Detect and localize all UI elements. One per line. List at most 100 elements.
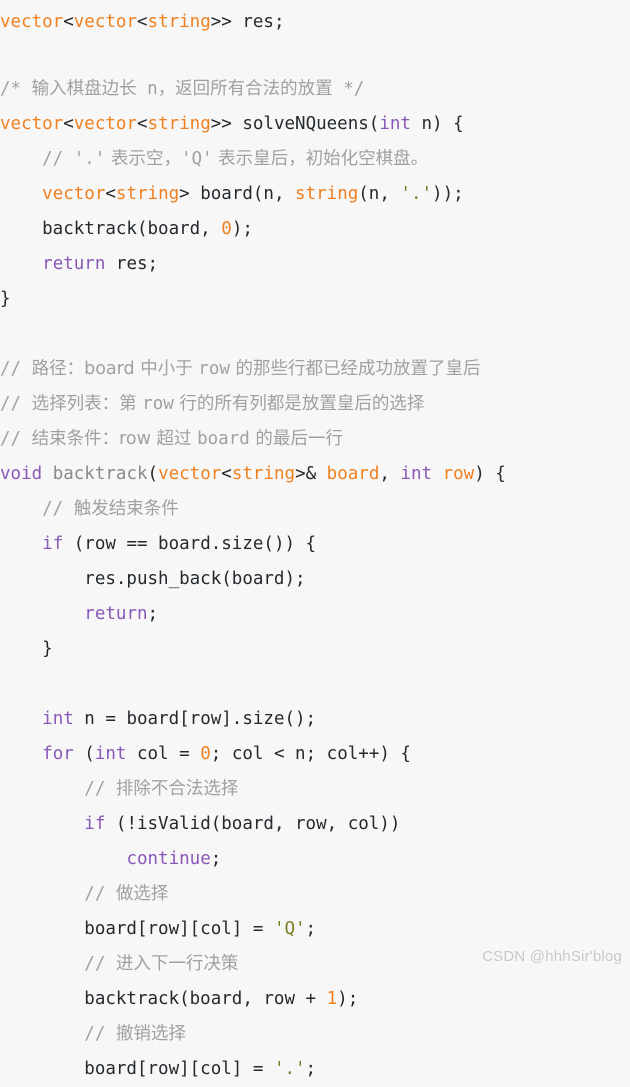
code-token-comment: // [0, 394, 32, 414]
code-token-comment: /* [0, 79, 32, 99]
code-token-plain: )); [432, 184, 464, 204]
code-token-punct: < [136, 114, 148, 134]
code-token-plain: , [379, 464, 401, 484]
code-token-punct: < [105, 184, 116, 204]
code-token-comment: '.' [73, 149, 106, 169]
code-token-comment: 进入下一行决策 [115, 954, 239, 974]
code-line: } [0, 282, 630, 317]
watermark: CSDN @hhhSir'blog [482, 948, 622, 965]
code-token-number: 0 [200, 744, 211, 764]
code-line: if (!isValid(board, row, col)) [0, 807, 630, 842]
code-line: // 路径：board 中小于 row 的那些行都已经成功放置了皇后 [0, 352, 630, 387]
code-token-type: string [147, 114, 211, 134]
code-token-number: 0 [221, 219, 232, 239]
code-token-type: vector [73, 114, 137, 134]
code-token-comment: 超过 [150, 429, 198, 449]
code-token-plain: } [0, 639, 53, 659]
code-token-comment: // [0, 149, 74, 169]
code-token-type: string [295, 184, 359, 204]
code-token-keyword: if [42, 534, 64, 554]
code-line: backtrack(board, row + 1); [0, 982, 630, 1017]
code-line: void backtrack(vector<string>& board, in… [0, 457, 630, 492]
code-line: // 排除不合法选择 [0, 772, 630, 807]
code-token-plain: (row == board.size()) { [63, 534, 317, 554]
code-token-punct: < [221, 464, 232, 484]
code-token-plain: res.push_back(board); [0, 569, 306, 589]
code-token-type: string [115, 184, 180, 204]
code-token-comment: 撤销选择 [115, 1024, 186, 1044]
code-token-plain: ); [231, 219, 253, 239]
code-token-plain: ) { [474, 464, 506, 484]
code-token-comment: 做选择 [115, 884, 169, 904]
code-token-comment: 行的所有列都是放置皇后的选择 [173, 394, 425, 414]
code-line: board[row][col] = 'Q'; [0, 912, 630, 947]
code-token-punct: >& [295, 464, 327, 484]
code-token-comment: 选择列表：第 [31, 394, 143, 414]
code-line: /* 输入棋盘边长 n，返回所有合法的放置 */ [0, 72, 630, 107]
code-token-plain: board[row][col] = [0, 919, 274, 939]
code-token-plain: ( [147, 464, 159, 484]
code-token-plain: board[row][col] = [0, 1059, 274, 1079]
code-token-type: vector [0, 12, 64, 32]
code-token-plain: > board(n, [179, 184, 296, 204]
code-token-comment: 的那些行都已经成功放置了皇后 [229, 359, 481, 379]
code-token-plain: (n, [358, 184, 401, 204]
code-token-type: row [442, 464, 475, 484]
code-token-plain: res; [105, 254, 159, 274]
code-token-punct: < [136, 12, 148, 32]
code-token-type: vector [158, 464, 222, 484]
code-token-type: vector [73, 12, 137, 32]
code-token-keyword: if [84, 814, 106, 834]
code-token-comment: // [0, 499, 74, 519]
code-token-type: string [147, 12, 211, 32]
code-token-plain: ; [210, 849, 222, 869]
code-token-comment: // [0, 429, 32, 449]
code-line: vector<vector<string>> res; [0, 0, 630, 37]
code-token-type: board [326, 464, 380, 484]
code-token-comment: ，返回所有合法的放置 [157, 79, 333, 99]
code-token-string: '.' [400, 184, 433, 204]
code-line: continue; [0, 842, 630, 877]
code-token-comment: // [0, 954, 116, 974]
code-token-comment: row [198, 359, 230, 379]
code-token-comment: 排除不合法选择 [115, 779, 239, 799]
code-token-comment: 表示空， [105, 149, 181, 169]
code-line: backtrack(board, 0); [0, 212, 630, 247]
code-token-keyword: int [400, 464, 433, 484]
code-token-function_dim: backtrack [52, 464, 148, 484]
code-line: res.push_back(board); [0, 562, 630, 597]
code-token-comment: 表示皇后，初始化空棋盘。 [212, 149, 429, 169]
code-token-plain: ; [305, 1059, 317, 1079]
code-token-plain: backtrack(board, [0, 219, 222, 239]
code-token-keyword: continue [126, 849, 211, 869]
code-line: // '.' 表示空，'Q' 表示皇后，初始化空棋盘。 [0, 142, 630, 177]
code-token-comment: // [0, 359, 32, 379]
code-token-comment: */ [332, 79, 365, 99]
code-token-comment: 触发结束条件 [73, 499, 179, 519]
code-token-comment: 结束条件：row [31, 429, 151, 449]
code-line: // 选择列表：第 row 行的所有列都是放置皇后的选择 [0, 387, 630, 422]
code-token-plain: n = board[row].size(); [73, 709, 317, 729]
code-lines-container: vector<vector<string>> res; /* 输入棋盘边长 n，… [0, 0, 630, 1087]
code-token-keyword: for [42, 744, 74, 764]
code-token-plain: >> solveNQueens( [210, 114, 380, 134]
code-token-comment: 'Q' [180, 149, 213, 169]
code-token-plain: (!isValid(board, row, col)) [105, 814, 401, 834]
code-token-keyword: return [84, 604, 148, 624]
code-line: // 做选择 [0, 877, 630, 912]
code-token-string: '.' [273, 1059, 306, 1079]
code-line: // 结束条件：row 超过 board 的最后一行 [0, 422, 630, 457]
code-token-plain: backtrack(board, row + [0, 989, 327, 1009]
code-line: vector<vector<string>> solveNQueens(int … [0, 107, 630, 142]
code-token-keyword: int [379, 114, 411, 134]
